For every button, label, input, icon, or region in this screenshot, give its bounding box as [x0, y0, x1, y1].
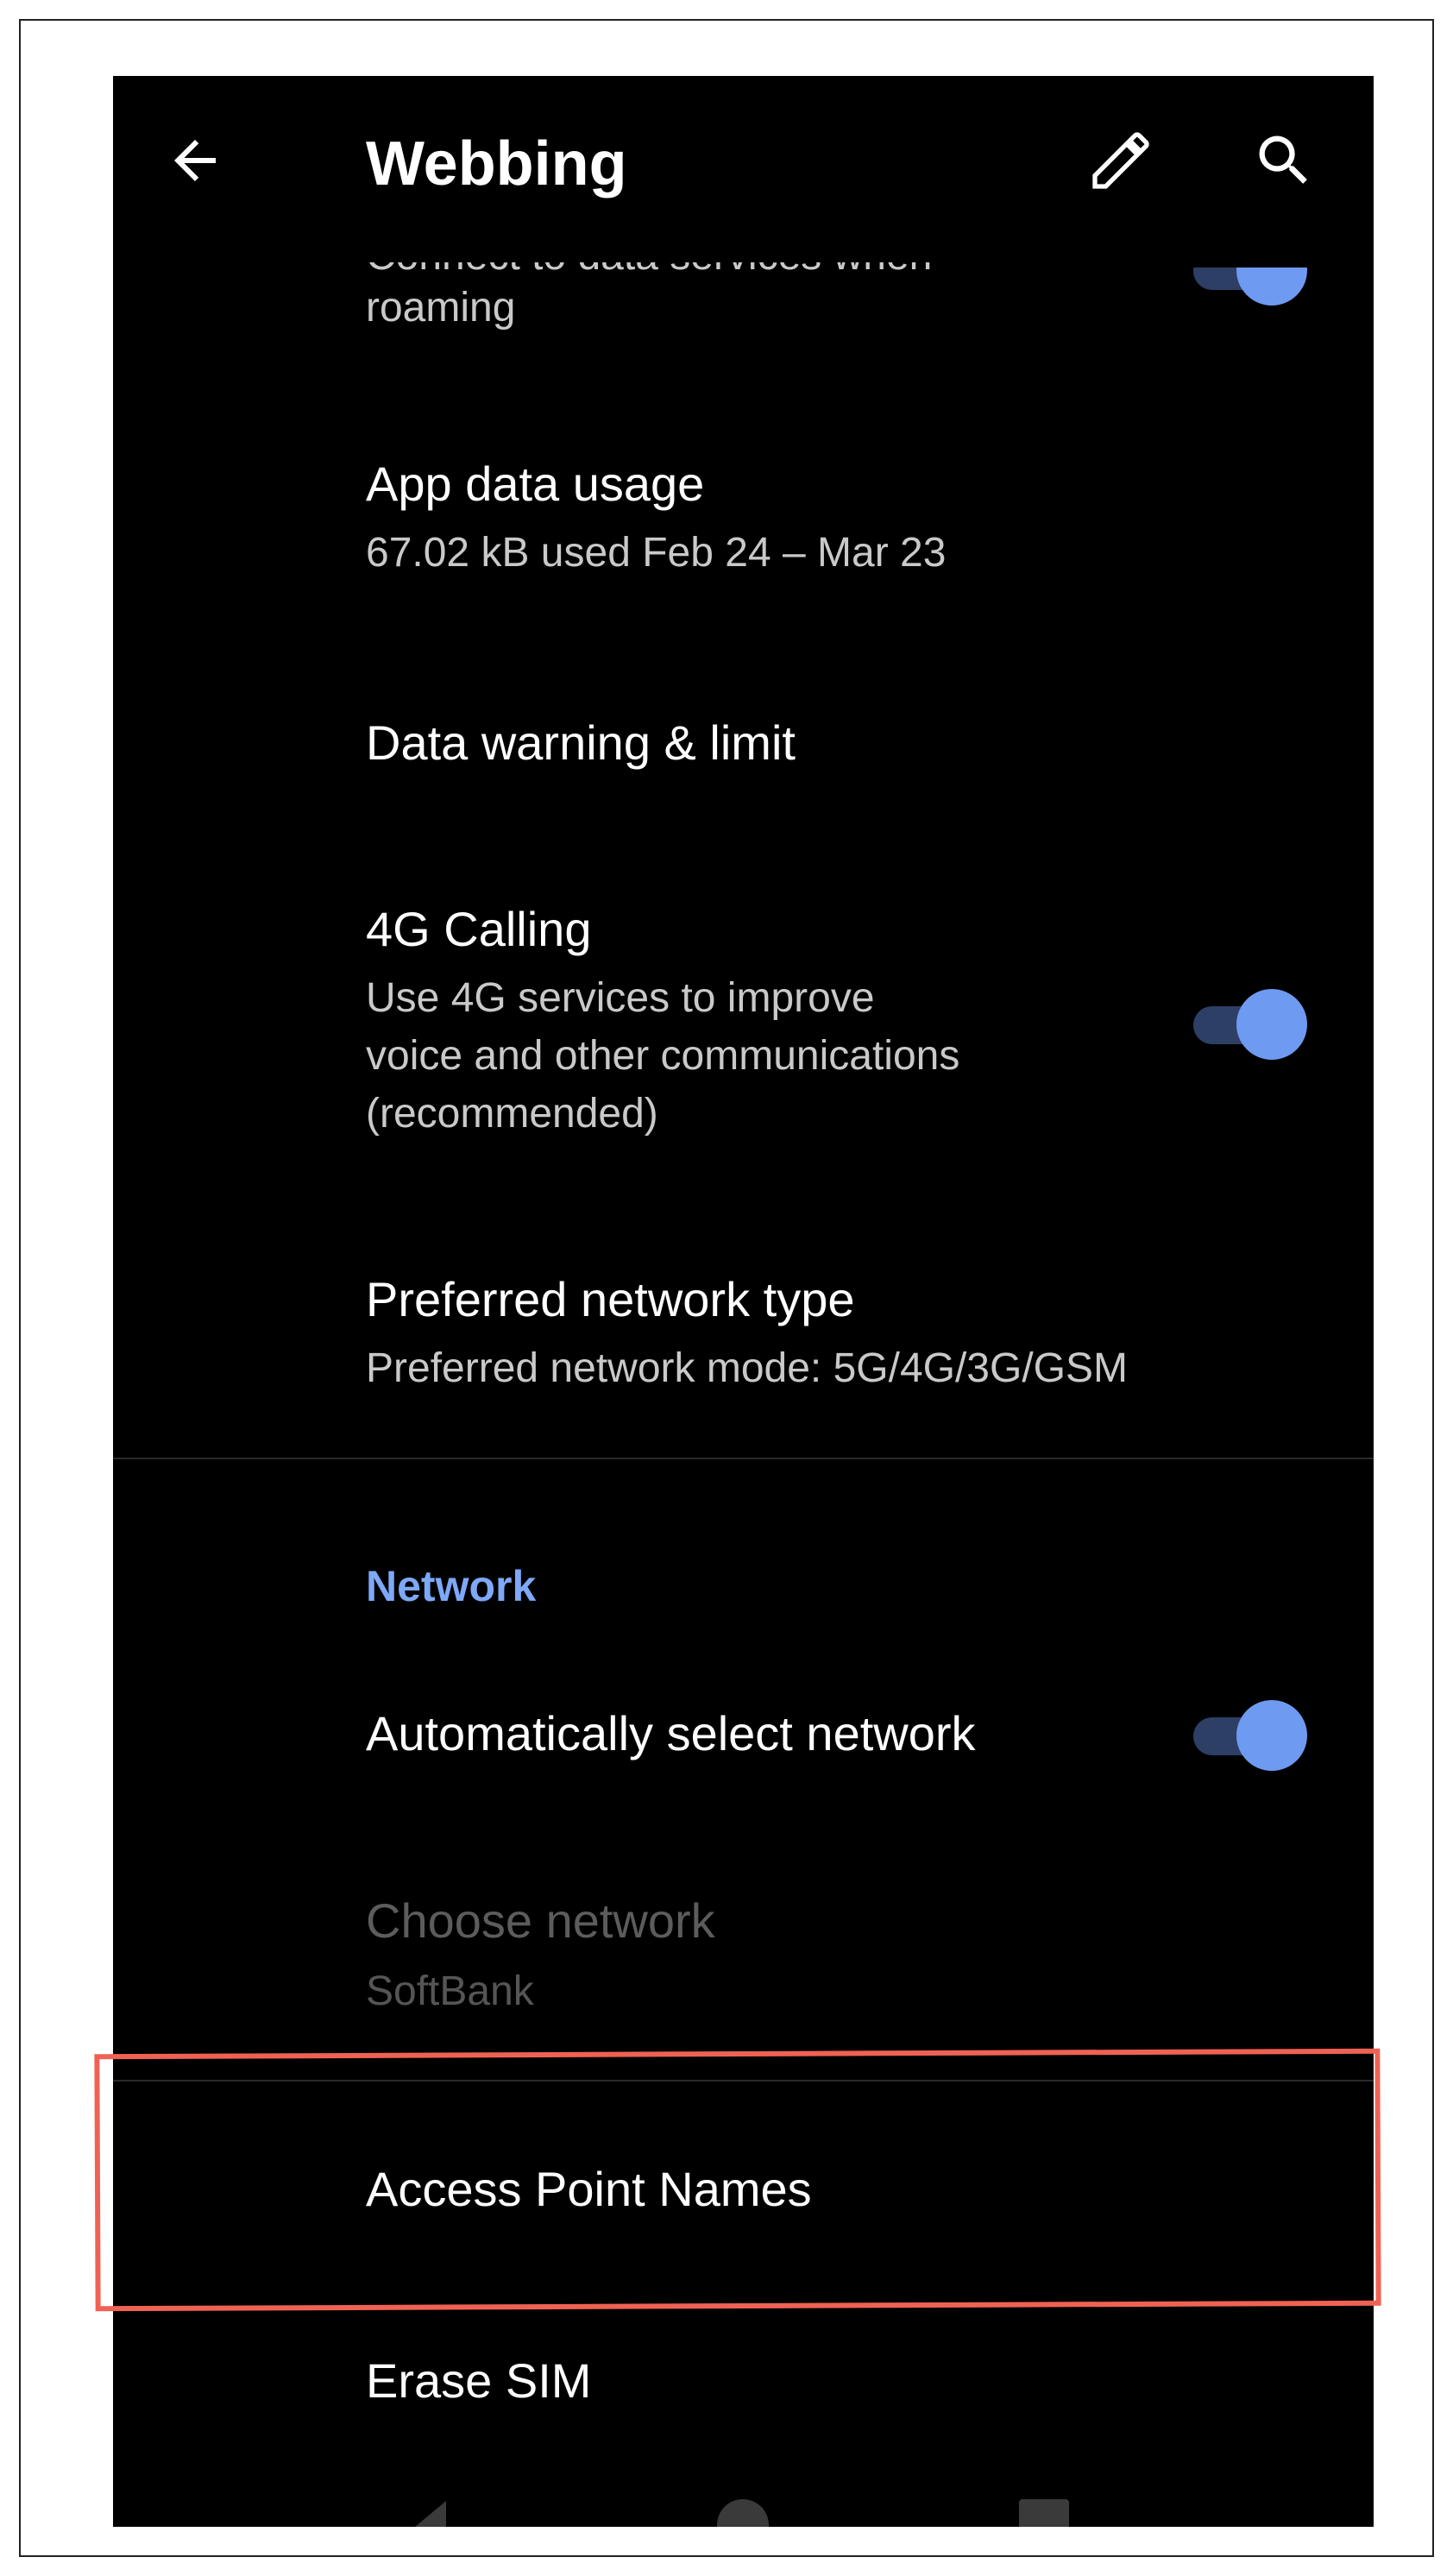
- item-title: Preferred network type: [366, 1272, 855, 1326]
- nav-recents-icon[interactable]: [1019, 2499, 1069, 2527]
- toggle-thumb: [1236, 1700, 1307, 1771]
- item-title: App data usage: [366, 457, 705, 511]
- auto-select-toggle[interactable]: [1192, 1698, 1307, 1773]
- access-point-names-item[interactable]: Access Point Names: [113, 2147, 1374, 2259]
- data-warning-item[interactable]: Data warning & limit: [113, 715, 1374, 801]
- item-title: Choose network: [366, 1893, 715, 1948]
- item-title: 4G Calling: [366, 902, 592, 956]
- toggle-thumb: [1236, 268, 1307, 305]
- roaming-subtitle-cut: Connect to data services when: [366, 233, 933, 279]
- nav-home-icon[interactable]: [717, 2499, 769, 2527]
- item-title: Automatically select network: [366, 1706, 976, 1760]
- item-subtitle: SoftBank: [366, 1968, 534, 2014]
- section-label-network: Network: [366, 1562, 537, 1610]
- item-subtitle-line1: Use 4G services to improve: [366, 975, 875, 1021]
- search-icon[interactable]: [1245, 122, 1323, 199]
- section-divider: [113, 2080, 1374, 2082]
- roaming-toggle[interactable]: [1192, 268, 1307, 307]
- pencil-icon[interactable]: [1082, 122, 1160, 199]
- item-subtitle-line2: voice and other communications: [366, 1033, 960, 1079]
- section-divider: [113, 1458, 1374, 1459]
- choose-network-item: Choose network SoftBank: [113, 1893, 1374, 2039]
- item-title: Access Point Names: [366, 2162, 812, 2216]
- 4g-calling-item[interactable]: 4G Calling Use 4G services to improve vo…: [113, 901, 1374, 1151]
- item-subtitle: Preferred network mode: 5G/4G/3G/GSM: [366, 1345, 1129, 1391]
- roaming-subtitle: roaming: [366, 285, 516, 331]
- 4g-calling-toggle[interactable]: [1192, 987, 1307, 1061]
- settings-screen: Webbing Connect to data services when ro…: [113, 76, 1374, 2527]
- item-subtitle: 67.02 kB used Feb 24 – Mar 23: [366, 530, 947, 576]
- erase-sim-item[interactable]: Erase SIM: [113, 2342, 1374, 2437]
- item-subtitle-line3: (recommended): [366, 1091, 658, 1137]
- preferred-network-item[interactable]: Preferred network type Preferred network…: [113, 1271, 1374, 1418]
- item-title: Data warning & limit: [366, 715, 796, 770]
- toggle-thumb: [1236, 989, 1307, 1060]
- auto-select-network-item[interactable]: Automatically select network: [113, 1698, 1374, 1793]
- back-arrow-icon[interactable]: [156, 122, 234, 199]
- item-title: Erase SIM: [366, 2353, 592, 2408]
- app-data-usage-item[interactable]: App data usage 67.02 kB used Feb 24 – Ma…: [113, 456, 1374, 611]
- page-title: Webbing: [366, 129, 627, 198]
- nav-back-icon[interactable]: [415, 2501, 446, 2527]
